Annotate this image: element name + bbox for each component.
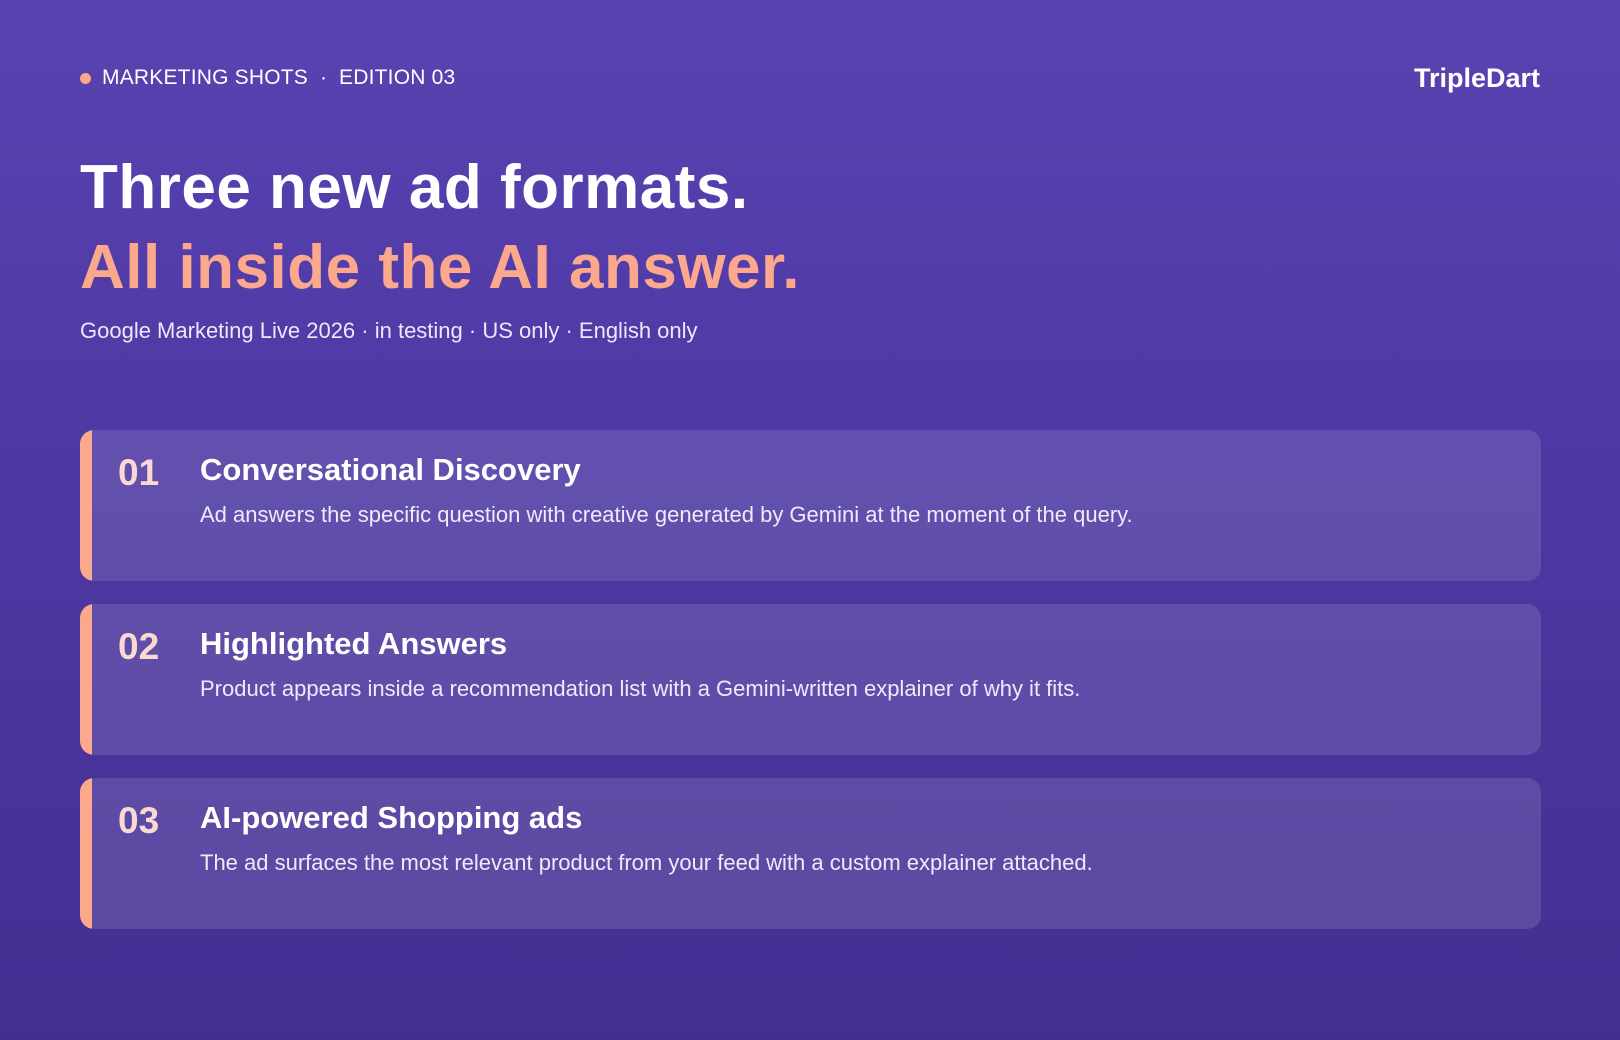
card-accent-bar [80, 778, 92, 929]
headline-primary: Three new ad formats. [80, 153, 749, 222]
format-card: 03 AI-powered Shopping ads The ad surfac… [80, 778, 1541, 929]
card-number: 03 [118, 800, 160, 841]
headline-subline: Google Marketing Live 2026 · in testing … [80, 318, 698, 343]
format-card: 01 Conversational Discovery Ad answers t… [80, 430, 1541, 581]
card-title: Highlighted Answers [200, 626, 508, 661]
format-card: 02 Highlighted Answers Product appears i… [80, 604, 1541, 755]
accent-dot-icon [80, 72, 91, 84]
card-number: 01 [118, 452, 160, 493]
card-number: 02 [118, 626, 160, 667]
card-description: Ad answers the specific question with cr… [200, 502, 1133, 527]
kicker-text: MARKETING SHOTS [102, 66, 309, 89]
format-card-list: 01 Conversational Discovery Ad answers t… [80, 430, 1541, 952]
series-label: MARKETING SHOTS · EDITION 03 [80, 62, 455, 94]
brand-logo: TripleDart [1413, 63, 1540, 93]
card-title: Conversational Discovery [200, 452, 581, 487]
separator-dot: · [320, 66, 328, 89]
card-accent-bar [80, 604, 92, 755]
headline-accent: All inside the AI answer. [80, 233, 800, 302]
edition-text: EDITION 03 [339, 66, 456, 89]
card-description: Product appears inside a recommendation … [200, 676, 1081, 701]
card-title: AI-powered Shopping ads [200, 800, 583, 835]
header: MARKETING SHOTS · EDITION 03 TripleDart [80, 62, 1540, 94]
card-description: The ad surfaces the most relevant produc… [200, 850, 1093, 875]
card-accent-bar [80, 430, 92, 581]
